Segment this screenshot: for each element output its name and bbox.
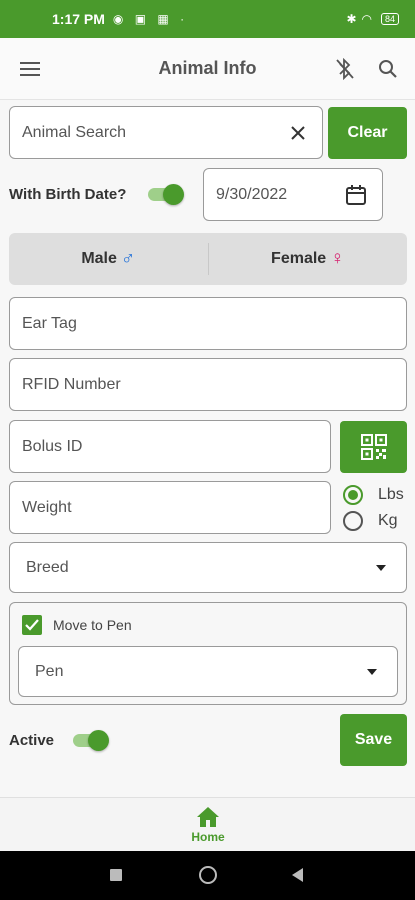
clear-search-icon[interactable] (288, 123, 308, 143)
bolus-id-placeholder: Bolus ID (22, 437, 83, 455)
rfid-number-placeholder: RFID Number (22, 375, 121, 393)
battery-icon: 84 (380, 13, 399, 25)
back-icon[interactable] (292, 868, 303, 882)
kg-radio[interactable] (343, 511, 363, 531)
animal-search-input[interactable]: Animal Search (9, 106, 323, 159)
chevron-down-icon (367, 669, 377, 675)
ear-tag-placeholder: Ear Tag (22, 314, 77, 332)
bolus-id-field[interactable]: Bolus ID (9, 420, 331, 473)
birth-date-label: With Birth Date? (9, 186, 127, 203)
system-nav-bar (0, 851, 415, 900)
female-label: Female (271, 250, 327, 267)
bluetooth-disabled-icon[interactable] (332, 56, 358, 82)
birth-date-toggle[interactable] (146, 182, 184, 206)
female-symbol-icon: ♀ (330, 248, 345, 269)
notification-icons: ◉ ▣ ▦ · (112, 12, 189, 26)
wifi-icon: ◠ (361, 12, 377, 26)
nav-home[interactable]: Home (182, 802, 234, 850)
lbs-radio[interactable] (343, 485, 363, 505)
calendar-icon[interactable] (344, 183, 368, 207)
move-to-pen-card: Move to Pen Pen (9, 602, 407, 705)
lbs-label: Lbs (378, 486, 404, 503)
save-button[interactable]: Save (340, 714, 407, 766)
move-to-pen-checkbox[interactable] (22, 615, 42, 635)
active-label: Active (9, 732, 55, 749)
home-circle-icon[interactable] (199, 866, 217, 884)
clear-button[interactable]: Clear (328, 107, 407, 159)
system-icons: ✱ ◠ 84 (346, 12, 399, 26)
breed-dropdown[interactable]: Breed (9, 542, 407, 593)
birth-date-value: 9/30/2022 (216, 185, 288, 203)
app-bar: Animal Info (0, 38, 415, 100)
qr-code-icon (360, 434, 387, 460)
birth-date-field[interactable]: 9/30/2022 (203, 168, 383, 221)
kg-label: Kg (378, 512, 398, 529)
male-symbol-icon: ♂ (120, 248, 136, 269)
breed-selected: Breed (26, 558, 69, 576)
gender-selector: Male ♂ Female ♀ (9, 233, 407, 285)
status-bar: 1:17 PM ◉ ▣ ▦ · ✱ ◠ 84 (0, 0, 415, 38)
weight-placeholder: Weight (22, 498, 72, 516)
nav-home-label: Home (191, 830, 225, 844)
female-option[interactable]: Female ♀ (209, 233, 408, 285)
male-label: Male (81, 250, 117, 267)
weight-field[interactable]: Weight (9, 481, 331, 534)
pen-dropdown[interactable]: Pen (18, 646, 398, 697)
ear-tag-field[interactable]: Ear Tag (9, 297, 407, 350)
animal-search-placeholder: Animal Search (22, 123, 127, 141)
chevron-down-icon (376, 565, 386, 571)
move-to-pen-label: Move to Pen (53, 617, 132, 633)
status-time: 1:17 PM (52, 11, 105, 27)
recent-apps-icon[interactable] (110, 869, 122, 881)
search-icon[interactable] (375, 56, 401, 82)
checkmark-icon (25, 619, 39, 631)
rfid-number-field[interactable]: RFID Number (9, 358, 407, 411)
pen-selected: Pen (35, 662, 64, 680)
qr-scan-button[interactable] (340, 421, 407, 473)
bottom-navigation: Home (0, 797, 415, 851)
bluetooth-status-icon: ✱ (346, 12, 362, 26)
male-option[interactable]: Male ♂ (9, 233, 208, 285)
home-icon (197, 807, 219, 827)
active-toggle[interactable] (71, 728, 109, 752)
